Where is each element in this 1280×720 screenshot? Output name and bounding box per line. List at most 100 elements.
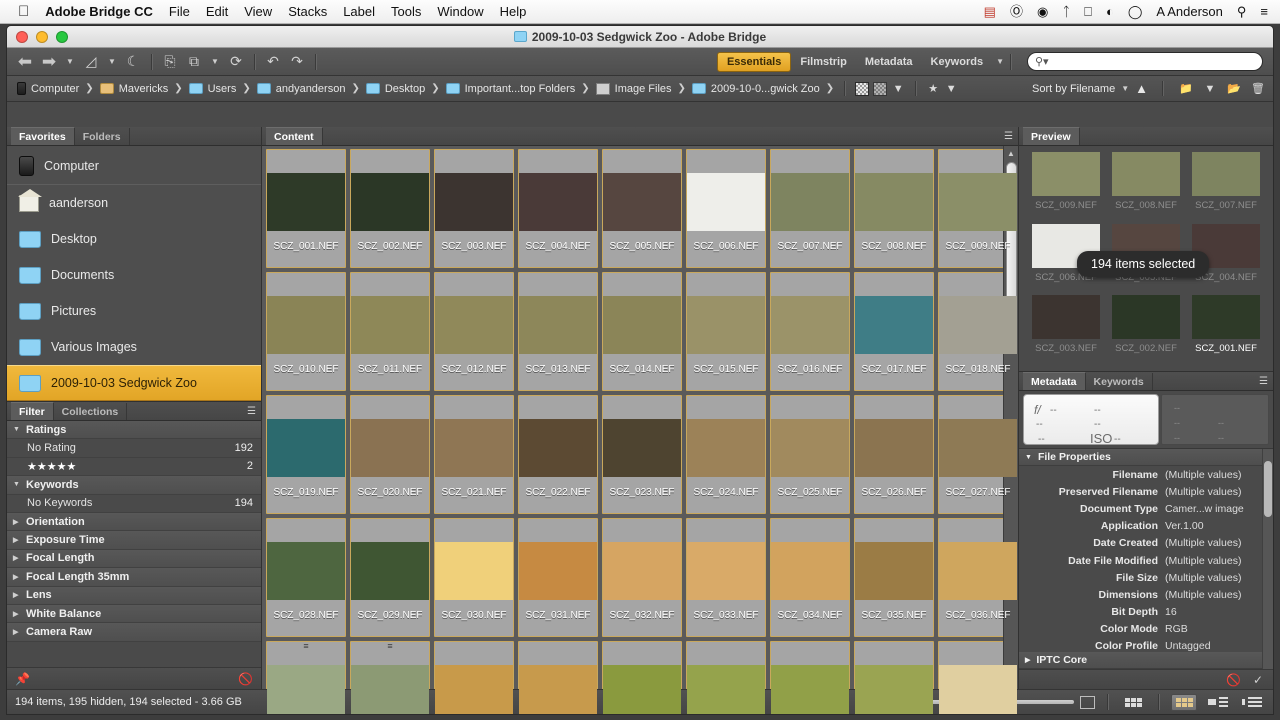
thumbnail-image[interactable] [771, 288, 849, 354]
trash-icon[interactable]: 🗑 [1249, 81, 1267, 96]
metadata-row[interactable]: Dimensions (Multiple values) [1019, 586, 1273, 603]
filter-group-keywords[interactable]: ▼ Keywords [7, 476, 261, 495]
metadata-row[interactable]: Preserved Filename (Multiple values) [1019, 483, 1273, 500]
thumbnail-cell[interactable] [516, 639, 600, 714]
chevron-down-icon[interactable]: ▼ [61, 52, 79, 72]
app-name-label[interactable]: Adobe Bridge CC [45, 4, 153, 19]
preview-cell[interactable]: SCZ_008.NEF [1107, 152, 1185, 222]
notification-list-icon[interactable]: ≡ [1260, 5, 1268, 18]
thumbnail-cell[interactable]: SCZ_036.NEF [936, 516, 1018, 639]
thumbnail-cell[interactable]: SCZ_019.NEF [264, 393, 348, 516]
metadata-row[interactable]: Filename (Multiple values) [1019, 466, 1273, 483]
copy-dropdown-icon[interactable]: ▼ [206, 52, 224, 72]
sidebar-item-computer[interactable]: Computer [7, 148, 261, 184]
window-controls[interactable] [16, 30, 68, 43]
menu-item-label[interactable]: Label [343, 4, 375, 19]
thumbnail-image[interactable] [519, 288, 597, 354]
clock-icon[interactable]: ◯ [1128, 5, 1143, 18]
preview-cell[interactable]: SCZ_001.NEF [1187, 295, 1265, 365]
thumbnail-grid[interactable]: SCZ_001.NEF SCZ_002.NEF SCZ_003.NEF SCZ_004… [262, 146, 1018, 714]
tab-content[interactable]: Content [266, 127, 323, 145]
thumbnail-image[interactable] [267, 165, 345, 231]
workspace-essentials[interactable]: Essentials [716, 51, 792, 72]
thumbnail-image[interactable] [687, 657, 765, 714]
thumbnail-image[interactable] [855, 411, 933, 477]
large-thumbnail-icon[interactable] [1080, 695, 1095, 709]
thumbnail-image[interactable] [939, 288, 1017, 354]
filter-row-no-keywords[interactable]: No Keywords 194 [7, 495, 261, 513]
thumbnail-image[interactable] [267, 534, 345, 600]
thumbnail-image[interactable] [771, 411, 849, 477]
thumbnail-image[interactable] [939, 411, 1017, 477]
thumbnail-cell[interactable] [684, 639, 768, 714]
metadata-row[interactable]: Document Type Camer...w image [1019, 500, 1273, 517]
minimize-button[interactable] [36, 30, 48, 43]
thumbnail-image[interactable] [267, 288, 345, 354]
metadata-list[interactable]: ▼ File Properties Filename (Multiple valu… [1019, 448, 1273, 669]
thumbnail-cell[interactable]: SCZ_035.NEF [852, 516, 936, 639]
thumbnail-image[interactable] [687, 411, 765, 477]
sidebar-item-desktop[interactable]: Desktop [7, 221, 261, 257]
user-name-label[interactable]: A Anderson [1156, 4, 1223, 19]
filter-group-exposure-time[interactable]: ▶ Exposure Time [7, 531, 261, 550]
thumbnail-image[interactable] [603, 288, 681, 354]
thumbnail-image[interactable] [939, 657, 1017, 714]
thumbnail-cell[interactable]: SCZ_010.NEF [264, 270, 348, 393]
thumbnail-cell[interactable]: SCZ_009.NEF [936, 147, 1018, 270]
thumbnail-image[interactable] [435, 657, 513, 714]
thumbnail-image[interactable] [771, 534, 849, 600]
thumbnail-cell[interactable]: SCZ_024.NEF [684, 393, 768, 516]
panel-menu-icon[interactable]: ☰ [1004, 131, 1013, 142]
preview-cell[interactable]: SCZ_009.NEF [1027, 152, 1105, 222]
creative-cloud-icon[interactable]: ◉ [1037, 5, 1048, 18]
metadata-row[interactable]: Date Created (Multiple values) [1019, 535, 1273, 552]
apple-icon[interactable]:  [18, 4, 29, 19]
thumbnail-cell[interactable]: SCZ_028.NEF [264, 516, 348, 639]
thumbnail-cell[interactable]: SCZ_026.NEF [852, 393, 936, 516]
thumbnail-cell[interactable]: SCZ_025.NEF [768, 393, 852, 516]
menu-item-edit[interactable]: Edit [206, 4, 228, 19]
metadata-row[interactable]: File Size (Multiple values) [1019, 569, 1273, 586]
thumbnail-image[interactable] [519, 411, 597, 477]
filter-row-no-rating[interactable]: No Rating 192 [7, 439, 261, 458]
thumbnail-image[interactable] [687, 534, 765, 600]
preview-cell[interactable]: SCZ_002.NEF [1107, 295, 1185, 365]
filter-group-focal-length[interactable]: ▶ Focal Length [7, 549, 261, 569]
menu-item-help[interactable]: Help [500, 4, 527, 19]
thumbnail-image[interactable] [855, 534, 933, 600]
get-photos-from-camera-icon[interactable]: ◿ [79, 52, 103, 72]
sidebar-item-documents[interactable]: Documents [7, 257, 261, 293]
new-folder-icon[interactable]: 📂 [1225, 81, 1243, 96]
chevron-down-icon[interactable]: ▼ [996, 57, 1004, 66]
sort-control[interactable]: Sort by Filename ▼ ▲ 📁 ▼ 📂 🗑 [1032, 81, 1267, 96]
menu-item-stacks[interactable]: Stacks [288, 4, 327, 19]
thumbnail-cell[interactable]: SCZ_021.NEF [432, 393, 516, 516]
sidebar-item-sedgwick-zoo[interactable]: 2009-10-03 Sedgwick Zoo [7, 365, 261, 401]
airplay-recording-icon[interactable]: ▤ [984, 5, 996, 18]
thumbnail-cell[interactable]: SCZ_030.NEF [432, 516, 516, 639]
metadata-row[interactable]: Color Mode RGB [1019, 621, 1273, 638]
preview-cell[interactable]: SCZ_007.NEF [1187, 152, 1265, 222]
filter-group-orientation[interactable]: ▶ Orientation [7, 512, 261, 532]
thumbnail-image[interactable] [435, 288, 513, 354]
thumbnail-cell[interactable]: SCZ_023.NEF [600, 393, 684, 516]
shield-icon[interactable]: Ⓞ [1010, 5, 1023, 18]
metadata-row[interactable]: Application Ver.1.00 [1019, 518, 1273, 535]
star-dropdown-icon[interactable]: ▼ [942, 81, 960, 96]
rotate-180-icon[interactable]: ⟳ [224, 52, 248, 72]
filter-group-camera-raw[interactable]: ▶ Camera Raw [7, 623, 261, 642]
wifi-icon[interactable]: ◐ [1106, 5, 1114, 18]
chevron-down-icon[interactable]: ▼ [1121, 84, 1129, 93]
search-box[interactable]: ⚲▾ [1027, 52, 1263, 71]
filter-dropdown-icon[interactable]: ▼ [889, 81, 907, 96]
breadcrumb-item-users[interactable]: Users [185, 81, 241, 97]
keep-filter-icon[interactable]: 📌 [15, 672, 30, 686]
thumbnail-cell[interactable]: SCZ_032.NEF [600, 516, 684, 639]
thumbnail-cell[interactable]: SCZ_016.NEF [768, 270, 852, 393]
menu-item-file[interactable]: File [169, 4, 190, 19]
camera-dropdown-icon[interactable]: ▼ [103, 52, 121, 72]
thumbnail-cell[interactable]: SCZ_001.NEF [264, 147, 348, 270]
search-input[interactable] [1052, 55, 1255, 68]
thumbnail-cell[interactable]: SCZ_018.NEF [936, 270, 1018, 393]
thumbnail-cell[interactable]: SCZ_034.NEF [768, 516, 852, 639]
